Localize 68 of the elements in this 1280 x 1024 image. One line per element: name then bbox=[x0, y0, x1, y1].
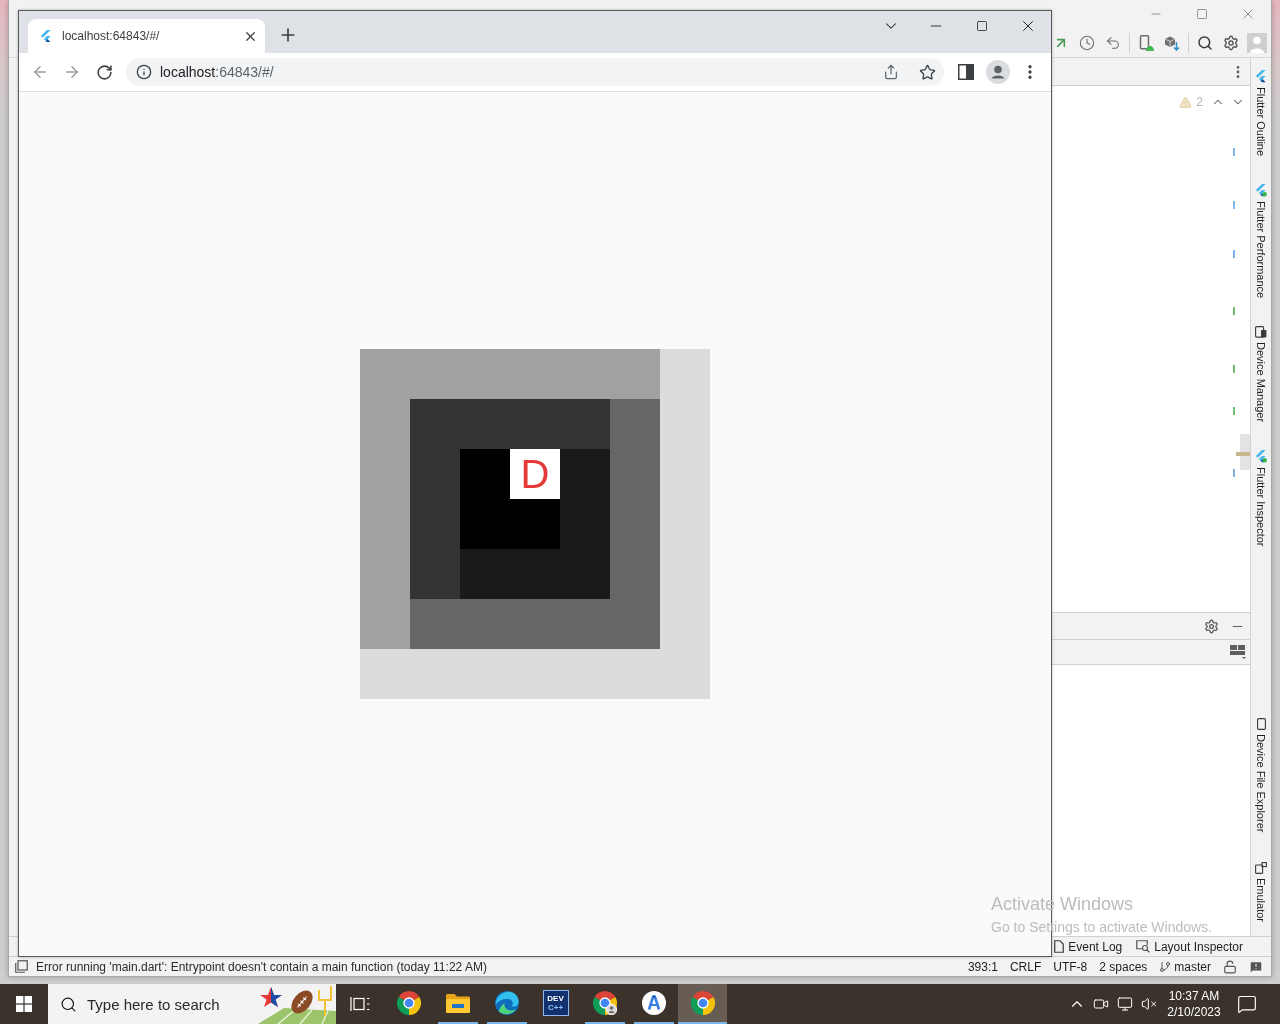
chevron-logo-icon bbox=[1255, 70, 1267, 83]
back-icon[interactable] bbox=[31, 63, 49, 81]
share-icon[interactable] bbox=[883, 64, 899, 80]
star-icon[interactable] bbox=[918, 63, 936, 81]
tool-window-button[interactable]: Device Manager bbox=[1254, 326, 1268, 423]
info-icon[interactable] bbox=[136, 64, 152, 80]
warning-count: 2 bbox=[1196, 95, 1203, 109]
settings-icon[interactable] bbox=[1203, 618, 1219, 634]
chevron-logo-icon bbox=[40, 29, 52, 43]
clock-button[interactable]: 10:37 AM 2/10/2023 bbox=[1161, 984, 1227, 1024]
swirl-logo-icon[interactable] bbox=[494, 991, 519, 1015]
circle-logo-icon[interactable] bbox=[641, 991, 666, 1015]
profile-avatar-icon[interactable] bbox=[986, 60, 1010, 84]
letter-tile: D bbox=[510, 449, 560, 499]
branch-icon[interactable] bbox=[1159, 960, 1172, 973]
app-logo-tile[interactable]: DEV C++ bbox=[542, 990, 569, 1016]
start-icon[interactable] bbox=[16, 996, 32, 1012]
ring-logo-icon[interactable] bbox=[396, 991, 421, 1015]
settings-icon[interactable] bbox=[1223, 34, 1239, 51]
devices-icon bbox=[1255, 326, 1267, 339]
layout-icon[interactable] bbox=[1230, 645, 1246, 659]
search-icon[interactable] bbox=[1197, 34, 1213, 51]
caret-row-mark bbox=[1236, 452, 1250, 456]
speaker-muted-icon[interactable] bbox=[1141, 996, 1157, 1012]
clock-icon[interactable] bbox=[1079, 34, 1095, 51]
chevron-logo-dot-icon bbox=[1255, 450, 1267, 464]
lock-icon[interactable] bbox=[1223, 959, 1237, 974]
encoding-widget[interactable]: UTF-8 bbox=[1053, 957, 1088, 976]
search-icon[interactable] bbox=[60, 995, 77, 1013]
window-magnifier-icon bbox=[1136, 940, 1151, 953]
browser-tab[interactable]: localhost:64843/#/ bbox=[28, 19, 265, 53]
maximize-icon[interactable] bbox=[976, 20, 988, 32]
cursor-position[interactable]: 393:1 bbox=[967, 957, 998, 976]
indent-widget[interactable]: 2 spaces bbox=[1099, 957, 1148, 976]
phone-window-icon bbox=[1255, 861, 1267, 874]
panel-icon[interactable] bbox=[15, 960, 28, 973]
document-icon bbox=[1054, 940, 1065, 953]
phone-icon[interactable] bbox=[1138, 34, 1154, 51]
tool-window-button[interactable]: Event Log bbox=[1054, 937, 1123, 956]
camera-icon[interactable] bbox=[1093, 996, 1109, 1012]
side-panel-icon[interactable] bbox=[958, 64, 974, 80]
tool-window-button[interactable]: Device File Explorer bbox=[1254, 717, 1268, 832]
tool-window-button[interactable]: Layout Inspector bbox=[1136, 937, 1243, 956]
status-message: Error running 'main.dart': Entrypoint doesn't contain a main function (today 11:22 AM) bbox=[36, 959, 487, 974]
ring-logo-avatar-icon[interactable] bbox=[592, 991, 617, 1015]
notification-icon[interactable] bbox=[1249, 959, 1263, 974]
branch-widget[interactable]: master bbox=[1159, 957, 1211, 976]
cube-arrow-icon[interactable] bbox=[1164, 34, 1180, 51]
address-bar[interactable]: localhost:64843/#/ bbox=[126, 58, 944, 86]
forward-icon[interactable] bbox=[63, 63, 81, 81]
folder-icon[interactable] bbox=[445, 993, 470, 1013]
task-view-icon[interactable] bbox=[350, 996, 370, 1012]
tool-window-button[interactable]: Flutter Outline bbox=[1254, 70, 1268, 156]
tool-window-button[interactable]: Emulator bbox=[1254, 861, 1268, 922]
taskbar-app-button[interactable]: DEV C++ bbox=[531, 984, 580, 1024]
reload-icon[interactable] bbox=[95, 63, 113, 81]
ring-logo-icon[interactable] bbox=[690, 991, 715, 1015]
search-input[interactable]: Type here to search bbox=[87, 995, 248, 1013]
search-box[interactable]: Type here to search bbox=[48, 984, 336, 1024]
tool-window-button[interactable]: Flutter Inspector bbox=[1254, 450, 1268, 547]
phone-icon bbox=[1256, 717, 1266, 730]
undo-icon[interactable] bbox=[1105, 34, 1121, 51]
line-separator-widget[interactable]: CRLF bbox=[1009, 957, 1042, 976]
chevron-logo-dot-icon bbox=[1255, 184, 1267, 197]
tool-window-button[interactable]: Flutter Performance bbox=[1254, 184, 1268, 299]
network-icon[interactable] bbox=[1117, 996, 1133, 1012]
warning-icon bbox=[1179, 95, 1193, 109]
notification-icon[interactable] bbox=[1237, 994, 1257, 1014]
